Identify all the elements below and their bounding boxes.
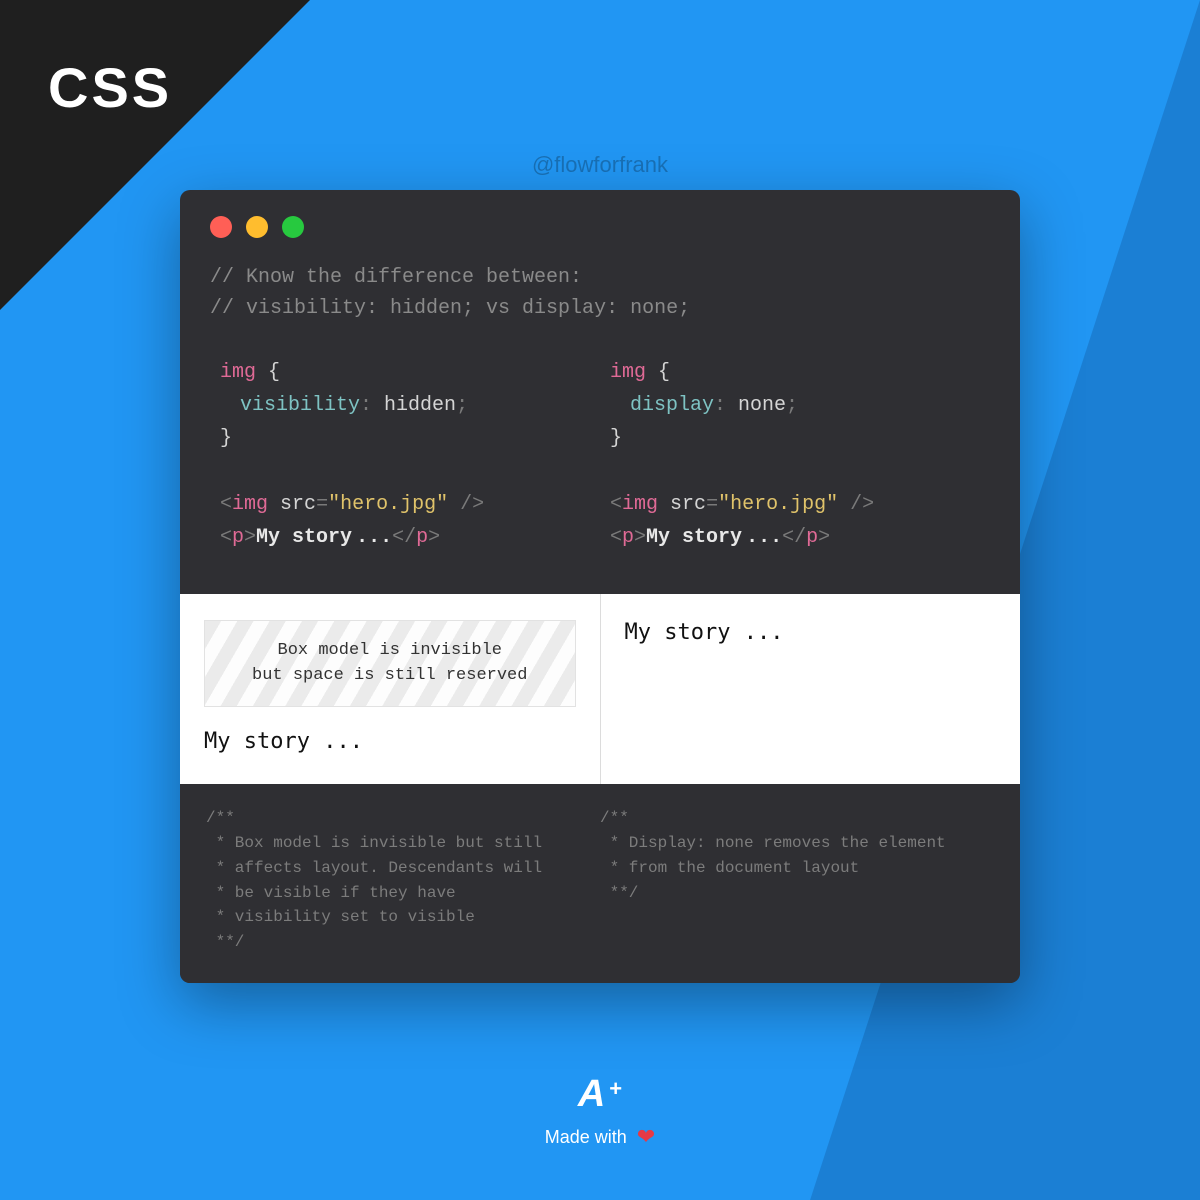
story-text-right: My story ... [625,620,997,645]
demo-output: Box model is invisible but space is stil… [180,594,1020,784]
story-text-left: My story ... [204,729,576,754]
window-titlebar [180,190,1020,256]
intro-comments: // Know the difference between: // visib… [180,256,1020,346]
code-right: img { display: none; } <img src="hero.jp… [600,356,990,554]
comment-line: // visibility: hidden; vs display: none; [210,293,990,324]
maximize-icon [282,216,304,238]
reserved-space-placeholder: Box model is invisible but space is stil… [204,620,576,707]
code-columns: img { visibility: hidden; } <img src="he… [180,346,1020,594]
footer: A + Made with ❤ [545,1073,655,1150]
footnote-right: /** * Display: none removes the element … [600,806,994,955]
made-with: Made with ❤ [545,1124,655,1150]
code-window: // Know the difference between: // visib… [180,190,1020,983]
logo-plus: + [609,1076,622,1102]
demo-visibility: Box model is invisible but space is stil… [180,594,601,784]
logo: A + [545,1073,655,1116]
author-handle: @flowforfrank [532,152,668,178]
minimize-icon [246,216,268,238]
close-icon [210,216,232,238]
footnote-left: /** * Box model is invisible but still *… [206,806,600,955]
comment-line: // Know the difference between: [210,262,990,293]
heart-icon: ❤ [637,1124,655,1150]
code-left: img { visibility: hidden; } <img src="he… [210,356,600,554]
demo-display-none: My story ... [601,594,1021,784]
footnotes: /** * Box model is invisible but still *… [180,784,1020,983]
logo-letter: A [578,1073,603,1116]
corner-label: CSS [48,55,172,120]
